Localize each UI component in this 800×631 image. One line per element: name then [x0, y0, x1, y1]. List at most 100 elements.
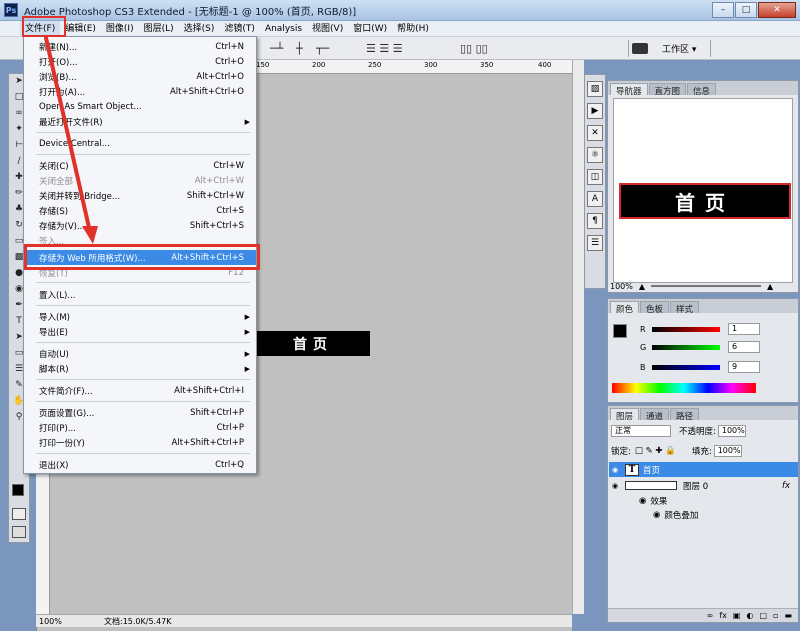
r-value-field[interactable]: 1	[728, 323, 760, 335]
foreground-color-swatch[interactable]	[12, 484, 24, 496]
menu-automate[interactable]: 自动(U) ▶	[24, 346, 256, 361]
menu-layer[interactable]: 图层(L)	[139, 21, 179, 37]
new-layer-icon[interactable]: ▫	[773, 611, 778, 620]
menu-view[interactable]: 视图(V)	[307, 21, 348, 37]
tab-paths[interactable]: 路径	[670, 408, 700, 422]
menu-analysis[interactable]: Analysis	[260, 21, 307, 37]
tab-swatches[interactable]: 色板	[640, 301, 670, 315]
navigator-zoom-slider[interactable]	[651, 285, 762, 287]
align-bottom-icon[interactable]: ┬─	[316, 42, 329, 55]
menu-recent-files[interactable]: 最近打开文件(R) ▶	[24, 114, 256, 129]
menu-import[interactable]: 导入(M) ▶	[24, 309, 256, 324]
ruler-tick: 250	[368, 61, 382, 69]
menu-file-info[interactable]: 文件简介(F)... Alt+Shift+Ctrl+I	[24, 383, 256, 398]
menu-close-go-bridge[interactable]: 关闭并转到 Bridge... Shift+Ctrl+W	[24, 188, 256, 203]
layer-comps-icon[interactable]: ◫	[587, 169, 603, 185]
menu-item-label: 打印一份(Y)	[39, 438, 85, 449]
navigator-zoom[interactable]: 100%	[610, 282, 633, 291]
menu-place[interactable]: 置入(L)...	[24, 287, 256, 302]
effects-eye-icon[interactable]: ◉	[639, 496, 646, 506]
layer-row-0[interactable]: ◉ 图层 0 fx	[609, 478, 798, 493]
menu-new[interactable]: 新建(N)... Ctrl+N	[24, 39, 256, 54]
delete-layer-icon[interactable]: ▬	[784, 611, 792, 620]
menu-open-smart-object[interactable]: Open As Smart Object...	[24, 99, 256, 114]
navigator-preview[interactable]: 首页	[613, 98, 793, 283]
eye-icon[interactable]: ◉	[609, 482, 621, 490]
overlay-eye-icon[interactable]: ◉	[653, 510, 660, 520]
b-value-field[interactable]: 9	[728, 361, 760, 373]
menu-item-label: Device Central...	[39, 138, 110, 149]
brushes-panel-icon[interactable]: ▨	[587, 81, 603, 97]
menu-help[interactable]: 帮助(H)	[392, 21, 434, 37]
tab-color[interactable]: 颜色	[610, 301, 640, 315]
color-overlay-row[interactable]: ◉ 颜色叠加	[609, 507, 798, 522]
fx-icon[interactable]: fx	[782, 481, 790, 491]
minimize-button[interactable]: –	[712, 2, 734, 18]
menu-open[interactable]: 打开(O)... Ctrl+O	[24, 54, 256, 69]
menu-close-all[interactable]: 关闭全部 Alt+Ctrl+W	[24, 173, 256, 188]
zoom-out-icon[interactable]: ▲	[639, 282, 645, 291]
canvas-text-layer[interactable]: 首页	[256, 331, 370, 356]
distribute-h-icons[interactable]: ▯▯ ▯▯	[460, 42, 488, 55]
history-panel-icon[interactable]: ✕	[587, 125, 603, 141]
foreground-swatch[interactable]	[613, 324, 627, 338]
zoom-in-icon[interactable]: ▲	[767, 282, 773, 291]
close-button[interactable]: ✕	[758, 2, 796, 18]
opacity-field[interactable]: 100%	[717, 425, 746, 437]
align-top-icon[interactable]: ─┴	[270, 42, 283, 55]
add-mask-icon[interactable]: ▣	[733, 611, 741, 620]
adjustment-layer-icon[interactable]: ◐	[746, 611, 753, 620]
lock-icons[interactable]: □ ✎ ✚ 🔒	[635, 446, 676, 456]
maximize-button[interactable]: □	[735, 2, 757, 18]
tab-channels[interactable]: 通道	[640, 408, 670, 422]
menu-print[interactable]: 打印(P)... Ctrl+P	[24, 420, 256, 435]
menu-image[interactable]: 图像(I)	[101, 21, 139, 37]
actions-panel-icon[interactable]: ⚛	[587, 147, 603, 163]
menu-window[interactable]: 窗口(W)	[348, 21, 392, 37]
tab-info[interactable]: 信息	[687, 83, 717, 97]
misc-panel-icon[interactable]: ☰	[587, 235, 603, 251]
tab-histogram[interactable]: 直方图	[648, 83, 687, 97]
menu-edit[interactable]: 编辑(E)	[60, 21, 101, 37]
menu-page-setup[interactable]: 页面设置(G)... Shift+Ctrl+P	[24, 405, 256, 420]
menu-save[interactable]: 存储(S) Ctrl+S	[24, 203, 256, 218]
new-group-icon[interactable]: □	[759, 611, 767, 620]
link-layers-icon[interactable]: ∞	[707, 611, 714, 620]
vertical-scrollbar[interactable]	[572, 60, 584, 614]
paragraph-panel-icon[interactable]: ¶	[587, 213, 603, 229]
layer-row-text[interactable]: ◉ T 首页	[609, 462, 798, 477]
align-middle-icon[interactable]: ┼	[296, 42, 303, 55]
menu-scripts[interactable]: 脚本(R) ▶	[24, 361, 256, 376]
color-spectrum-bar[interactable]	[612, 383, 756, 393]
menu-open-as[interactable]: 打开为(A)... Alt+Shift+Ctrl+O	[24, 84, 256, 99]
fill-field[interactable]: 100%	[713, 445, 742, 457]
g-slider[interactable]	[652, 344, 720, 350]
effects-row[interactable]: ◉ 效果	[609, 493, 798, 508]
quick-mask-icon[interactable]	[12, 508, 26, 520]
tool-presets-icon[interactable]: ▶	[587, 103, 603, 119]
distribute-icons[interactable]: ☰ ☰ ☰	[366, 42, 403, 55]
menu-save-as[interactable]: 存储为(V)... Shift+Ctrl+S	[24, 218, 256, 233]
b-slider[interactable]	[652, 364, 720, 370]
add-style-icon[interactable]: fx	[719, 611, 727, 620]
menu-print-one-copy[interactable]: 打印一份(Y) Alt+Shift+Ctrl+P	[24, 435, 256, 450]
menu-browse[interactable]: 浏览(B)... Alt+Ctrl+O	[24, 69, 256, 84]
eye-icon[interactable]: ◉	[609, 466, 621, 474]
menu-device-central[interactable]: Device Central...	[24, 136, 256, 151]
r-slider[interactable]	[652, 326, 720, 332]
menu-filter[interactable]: 滤镜(T)	[219, 21, 260, 37]
menu-export[interactable]: 导出(E) ▶	[24, 324, 256, 339]
g-value-field[interactable]: 6	[728, 341, 760, 353]
tab-styles[interactable]: 样式	[670, 301, 700, 315]
workspace-button[interactable]: 工作区 ▾	[632, 40, 696, 57]
tab-navigator[interactable]: 导航器	[610, 83, 648, 97]
menu-exit[interactable]: 退出(X) Ctrl+Q	[24, 457, 256, 472]
character-panel-icon[interactable]: A	[587, 191, 603, 207]
status-zoom[interactable]: 100%	[36, 617, 64, 626]
channel-name: R	[640, 324, 646, 334]
blend-mode-select[interactable]: 正常	[611, 425, 671, 437]
menu-close[interactable]: 关闭(C) Ctrl+W	[24, 158, 256, 173]
menu-select[interactable]: 选择(S)	[179, 21, 220, 37]
tab-layers[interactable]: 图层	[610, 408, 640, 422]
screen-mode-icon[interactable]	[12, 526, 26, 538]
